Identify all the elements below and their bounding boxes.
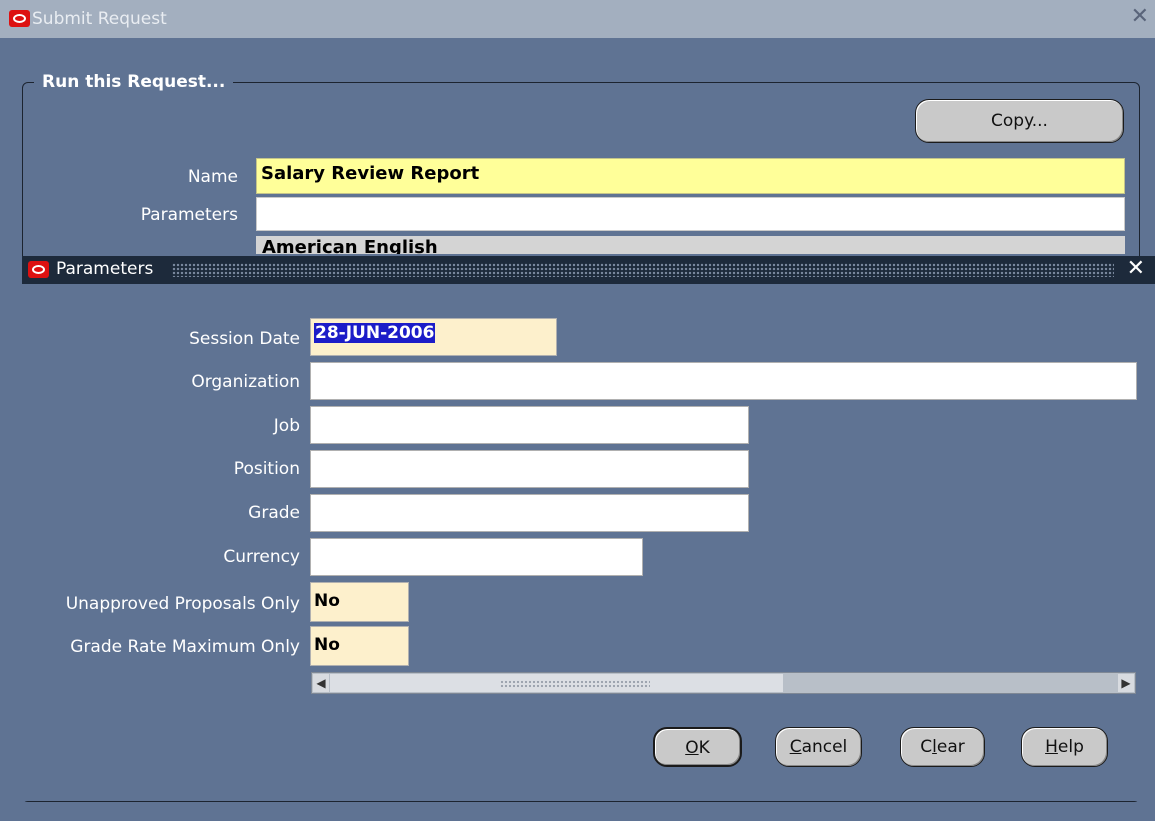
group-title: Run this Request...	[34, 72, 234, 92]
scrollbar-grip	[500, 680, 650, 688]
session-date-label: Session Date	[189, 329, 300, 349]
scroll-left-arrow-icon[interactable]: ◀	[313, 674, 329, 692]
organization-label: Organization	[191, 372, 300, 392]
close-icon[interactable]: ✕	[1127, 256, 1145, 281]
oracle-logo-icon	[9, 10, 30, 27]
language-field[interactable]: American English	[256, 236, 1125, 254]
ok-mnemonic: O	[685, 738, 699, 758]
cancel-mnemonic: C	[789, 737, 802, 757]
session-date-field[interactable]: 28-JUN-2006	[310, 318, 557, 356]
organization-field[interactable]	[310, 362, 1137, 400]
window-title: Submit Request	[32, 9, 167, 29]
close-icon[interactable]: ✕	[1131, 6, 1149, 28]
copy-button[interactable]: Copy...	[915, 99, 1124, 143]
unapproved-proposals-label: Unapproved Proposals Only	[65, 594, 300, 614]
grade-label: Grade	[248, 503, 300, 523]
name-field[interactable]: Salary Review Report	[256, 158, 1125, 194]
grade-field[interactable]	[310, 494, 749, 532]
horizontal-scrollbar[interactable]: ◀ ▶	[311, 672, 1136, 694]
session-date-value: 28-JUN-2006	[314, 323, 436, 343]
outer-titlebar	[0, 0, 1155, 38]
parameters-field[interactable]	[256, 197, 1125, 231]
position-field[interactable]	[310, 450, 749, 488]
language-value: American English	[262, 237, 438, 254]
oracle-logo-icon	[28, 261, 49, 278]
grade-rate-maximum-field[interactable]: No	[310, 626, 409, 666]
parameters-dialog-title: Parameters	[56, 259, 154, 279]
copy-button-label: Copy...	[991, 111, 1048, 131]
scrollbar-thumb[interactable]	[330, 674, 783, 692]
help-button[interactable]: Help	[1021, 727, 1108, 767]
ok-button[interactable]: OK	[653, 727, 742, 767]
position-label: Position	[233, 459, 300, 479]
currency-field[interactable]	[310, 538, 643, 576]
clear-button[interactable]: Clear	[900, 727, 985, 767]
parameters-label: Parameters	[140, 205, 238, 225]
titlebar-grip	[172, 263, 1114, 277]
ok-label-post: K	[698, 738, 710, 758]
job-label: Job	[273, 416, 300, 436]
grade-rate-maximum-label: Grade Rate Maximum Only	[70, 637, 300, 657]
help-label-post: elp	[1057, 737, 1084, 757]
cancel-button[interactable]: Cancel	[775, 727, 862, 767]
help-mnemonic: H	[1045, 737, 1058, 757]
job-field[interactable]	[310, 406, 749, 444]
clear-label-pre: C	[920, 737, 933, 757]
cancel-label-post: ancel	[801, 737, 848, 757]
clear-label-post: ear	[936, 737, 965, 757]
scroll-right-arrow-icon[interactable]: ▶	[1118, 674, 1134, 692]
currency-label: Currency	[223, 547, 300, 567]
name-label: Name	[187, 167, 238, 187]
unapproved-proposals-field[interactable]: No	[310, 582, 409, 622]
